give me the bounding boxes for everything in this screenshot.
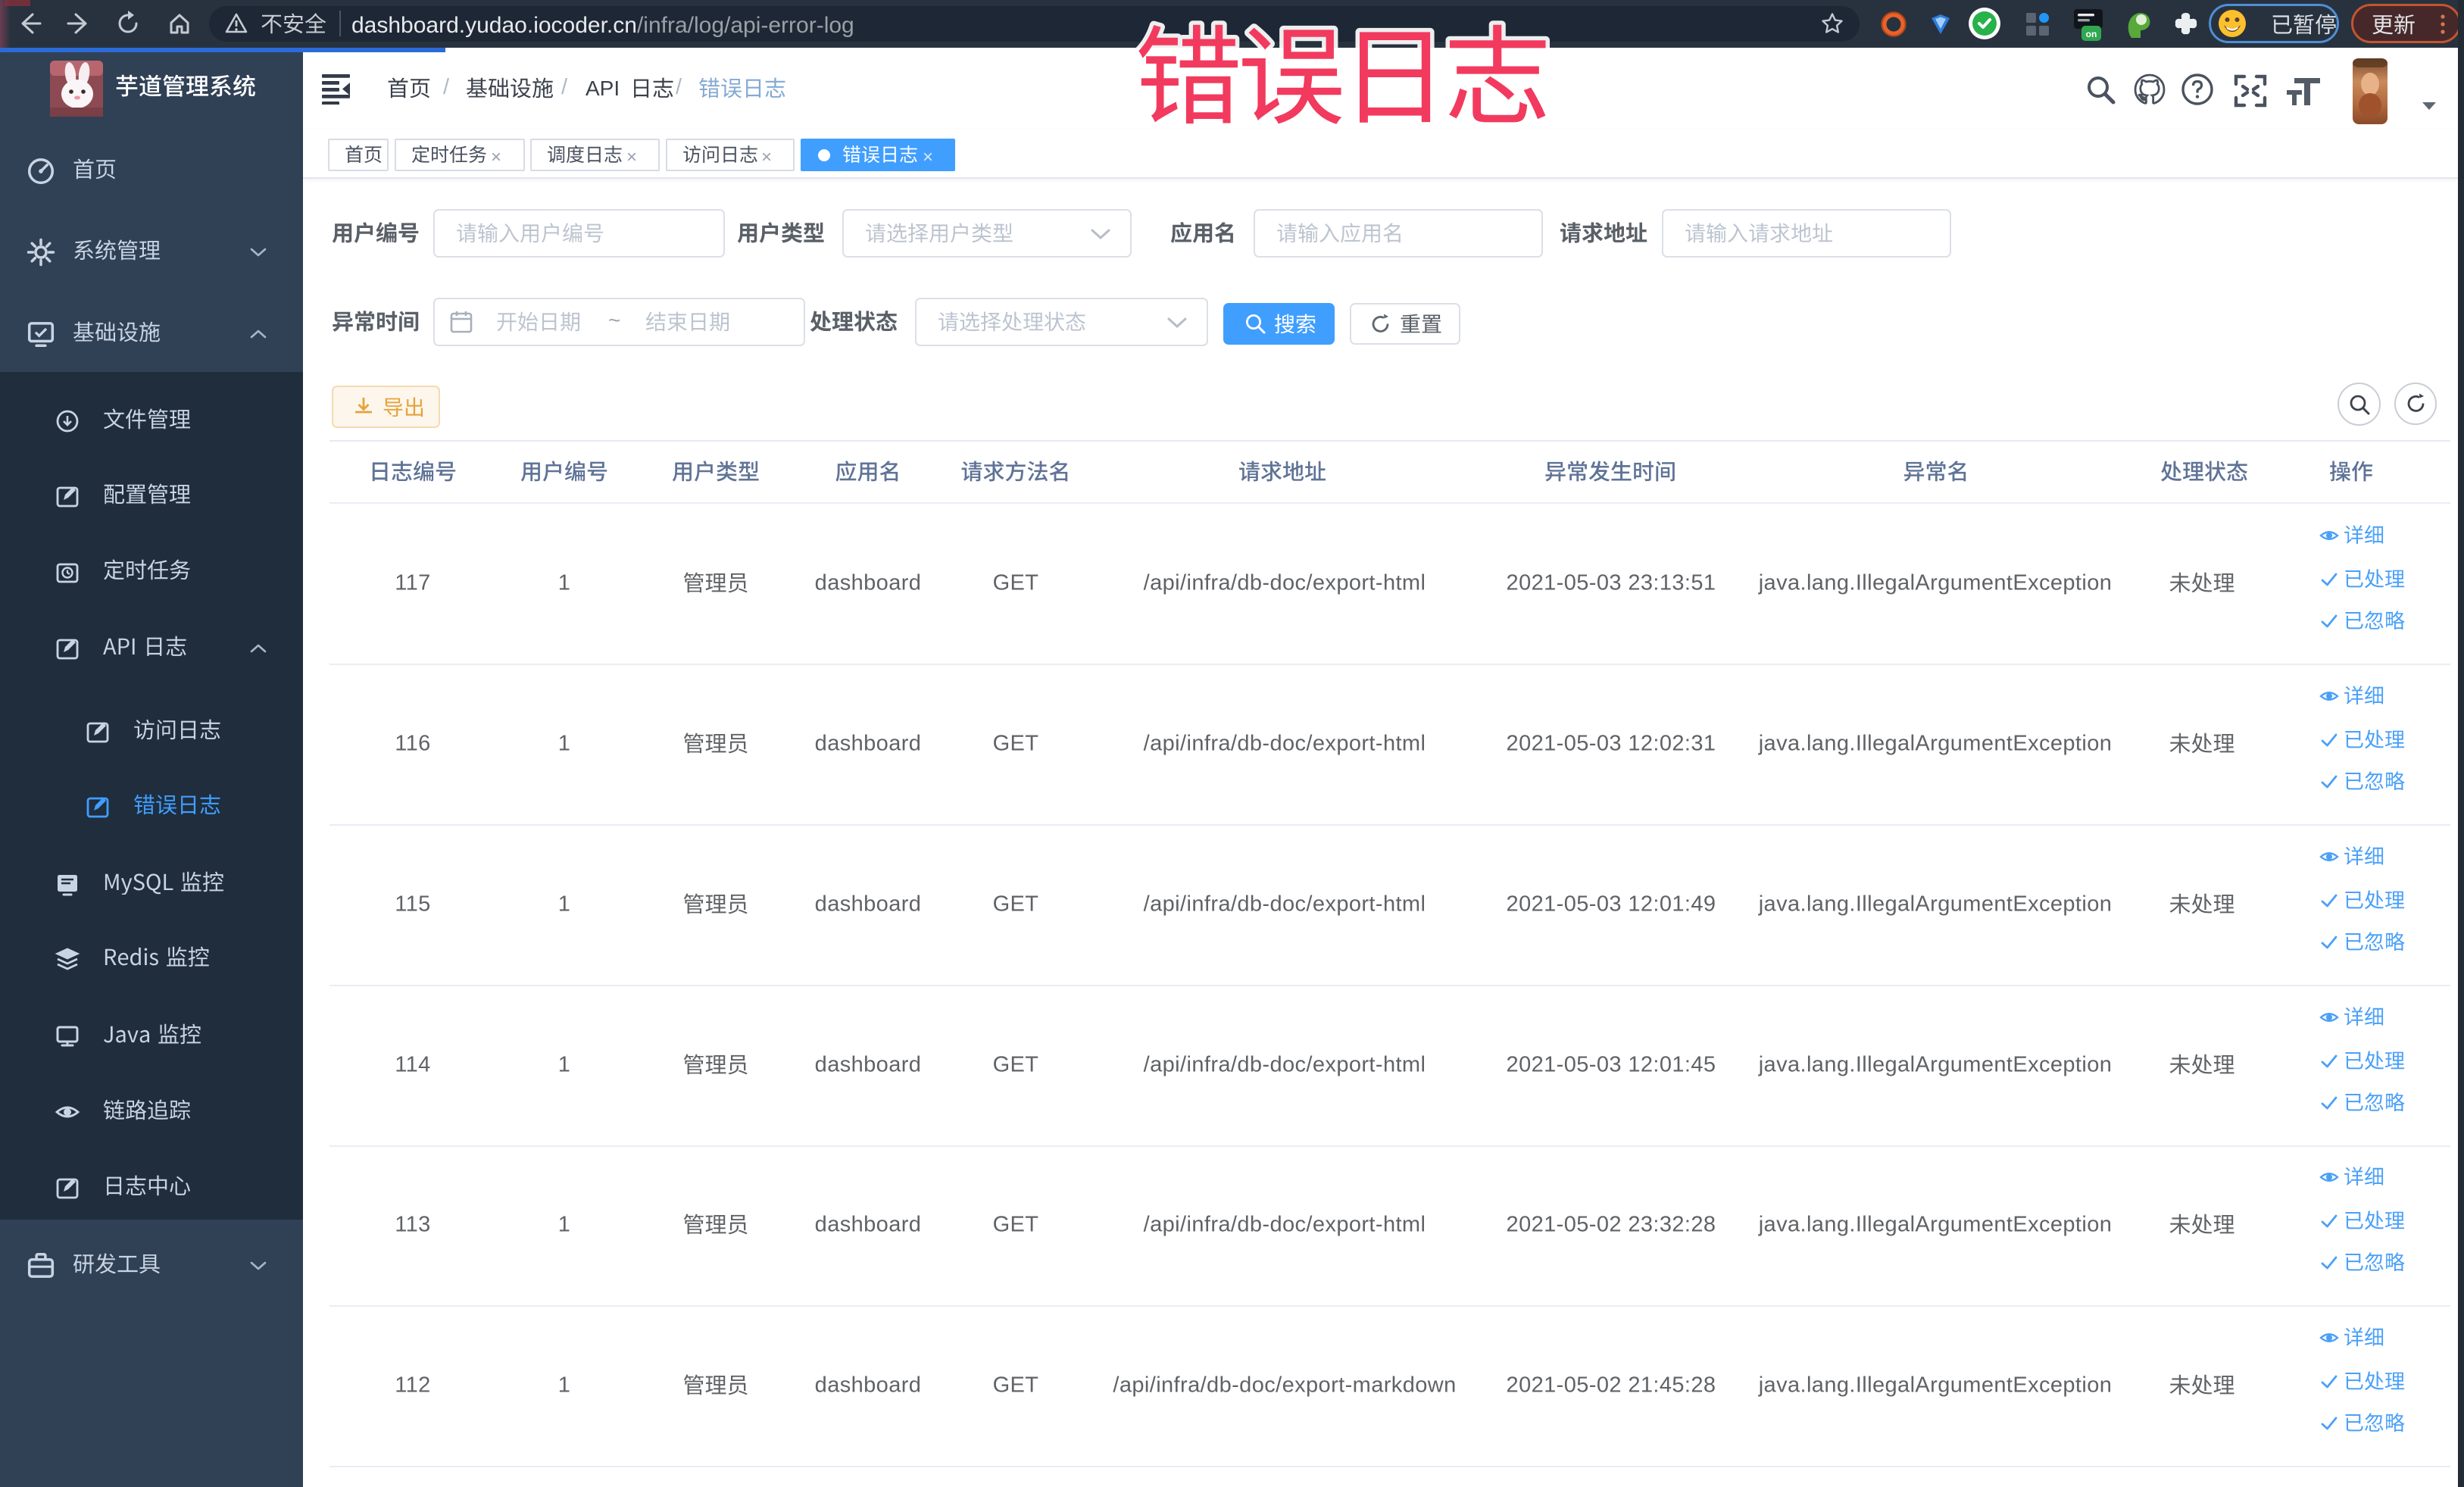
svg-text:on: on: [2086, 29, 2097, 39]
